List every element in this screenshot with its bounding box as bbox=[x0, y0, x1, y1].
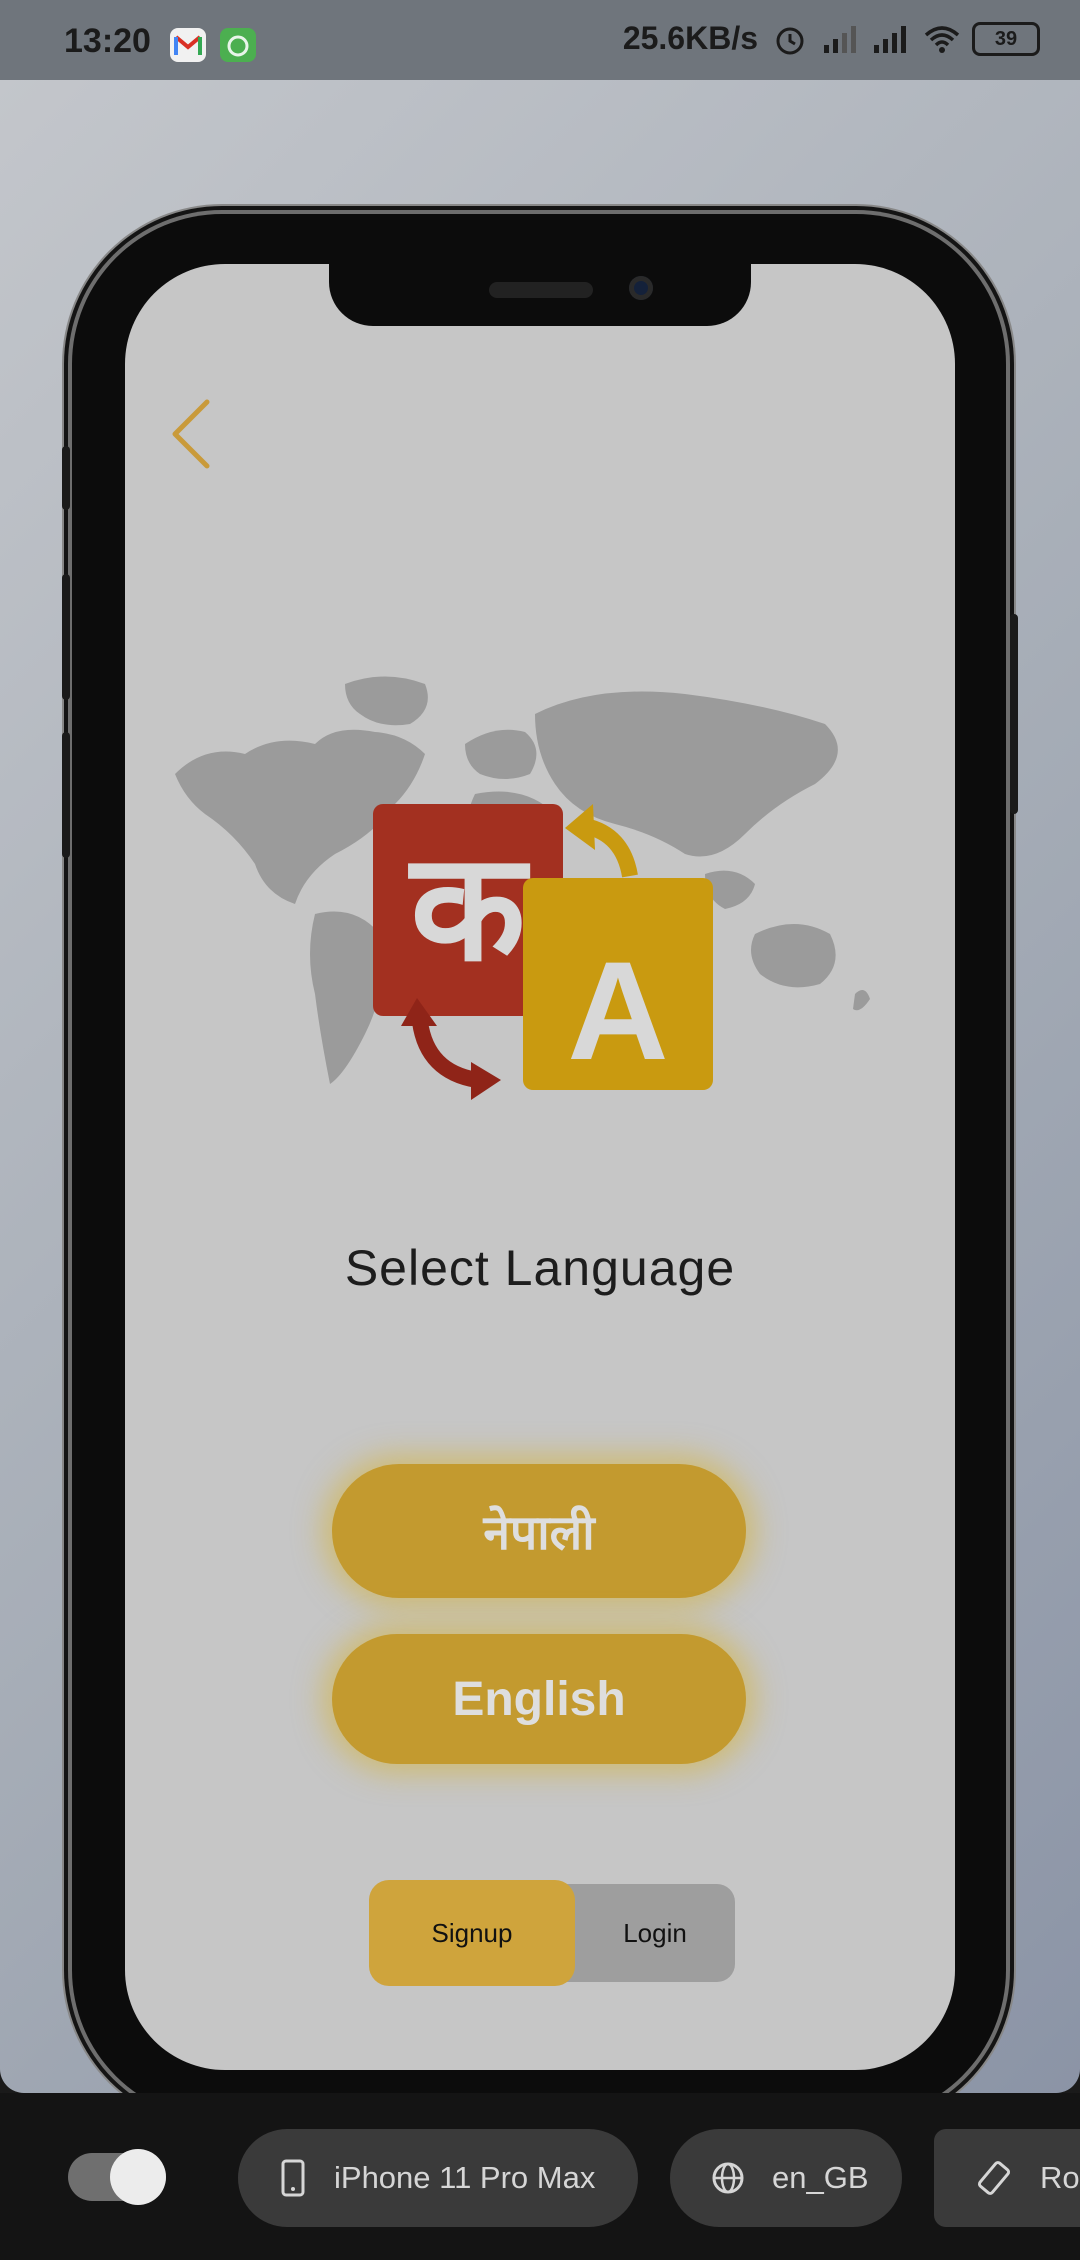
signal-icon bbox=[822, 21, 858, 57]
signup-tab[interactable]: Signup bbox=[369, 1880, 575, 1986]
volume-up-button bbox=[62, 574, 70, 700]
login-tab[interactable]: Login bbox=[575, 1884, 735, 1982]
battery-icon: 39 bbox=[972, 21, 1040, 56]
preview-toolbar: iPhone 11 Pro Max en_GB Rot bbox=[0, 2093, 1080, 2260]
switch-knob bbox=[110, 2149, 166, 2205]
rotate-label: Rot bbox=[1040, 2160, 1080, 2195]
preview-toggle-switch[interactable] bbox=[68, 2149, 166, 2205]
mute-switch bbox=[62, 446, 70, 510]
nepali-language-button[interactable]: नेपाली bbox=[332, 1464, 746, 1598]
back-button[interactable] bbox=[163, 394, 223, 474]
locale-selector[interactable]: en_GB bbox=[670, 2129, 902, 2227]
chevron-left-icon bbox=[172, 399, 210, 469]
english-language-button[interactable]: English bbox=[332, 1634, 746, 1764]
status-bar: 13:20 25.6KB/s 39 bbox=[0, 0, 1080, 80]
speaker bbox=[489, 282, 593, 298]
power-button bbox=[1010, 614, 1018, 814]
language-hero-illustration: क A bbox=[175, 676, 870, 1100]
device-selector[interactable]: iPhone 11 Pro Max bbox=[238, 2129, 638, 2227]
device-name: iPhone 11 Pro Max bbox=[334, 2160, 596, 2195]
page-title: Select Language bbox=[344, 1240, 736, 1296]
rotate-icon bbox=[977, 2161, 1011, 2195]
notch bbox=[329, 264, 751, 326]
app-icon bbox=[220, 28, 256, 62]
locale-name: en_GB bbox=[772, 2160, 869, 2195]
network-speed: 25.6KB/s bbox=[622, 20, 758, 56]
latin-letter: A bbox=[567, 932, 668, 1089]
phone-frame: क A Select Language नेपाली English Login… bbox=[62, 214, 1018, 2120]
volume-down-button bbox=[62, 732, 70, 858]
globe-icon bbox=[712, 2162, 744, 2194]
auth-toggle: Login Signup bbox=[369, 1880, 735, 1986]
rotate-button[interactable]: Rot bbox=[934, 2129, 1080, 2227]
battery-level: 39 bbox=[994, 27, 1018, 50]
device-preview-area: क A Select Language नेपाली English Login… bbox=[0, 80, 1080, 2120]
status-time: 13:20 bbox=[64, 22, 151, 60]
devanagari-letter: क bbox=[407, 821, 530, 995]
signal-icon bbox=[872, 21, 908, 57]
translate-icon: क A bbox=[373, 804, 713, 1100]
wifi-icon bbox=[922, 21, 960, 57]
app-screen: क A Select Language नेपाली English Login… bbox=[125, 264, 955, 2070]
alarm-icon bbox=[772, 21, 808, 57]
camera-icon bbox=[629, 276, 653, 300]
gmail-icon bbox=[170, 28, 206, 62]
phone-icon bbox=[281, 2159, 305, 2197]
